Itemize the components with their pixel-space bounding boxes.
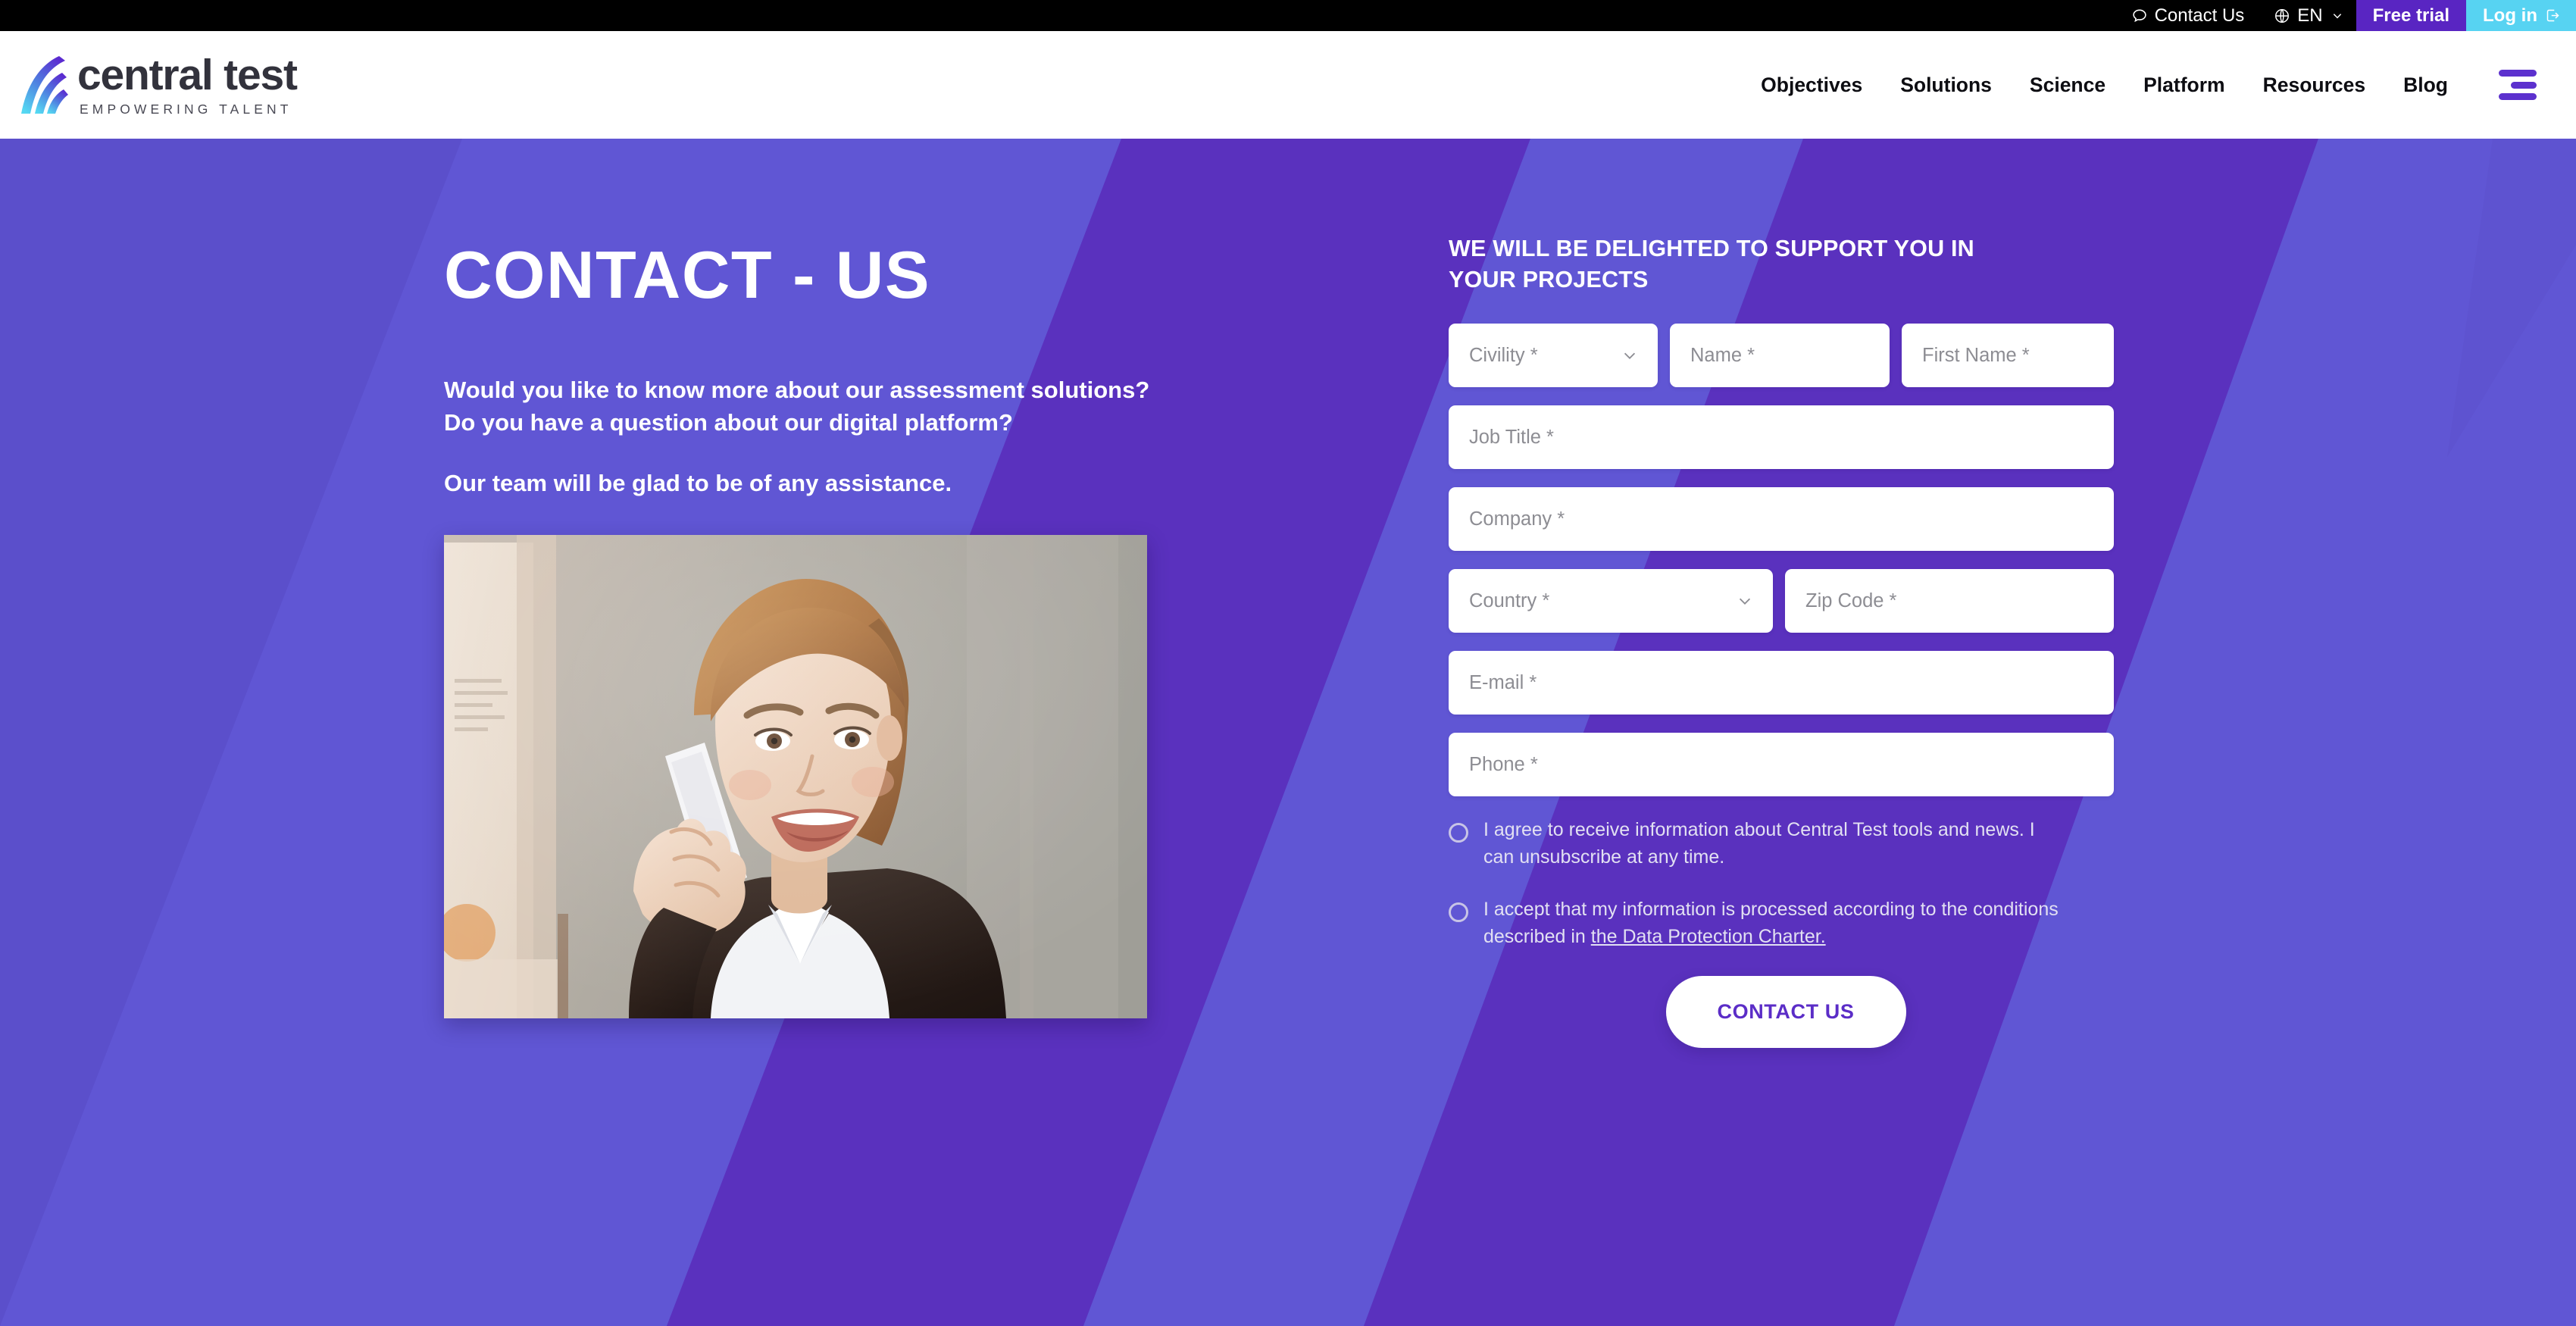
hamburger-bar-middle: [2511, 81, 2537, 89]
name-input[interactable]: Name *: [1670, 324, 1890, 388]
contact-form-column: WE WILL BE DELIGHTED TO SUPPORT YOU IN Y…: [1449, 139, 2131, 1049]
free-trial-label: Free trial: [2372, 5, 2450, 26]
nav-item-blog[interactable]: Blog: [2384, 73, 2467, 97]
logo-wordmark: central test EMPOWERING TALENT: [77, 50, 298, 117]
company-placeholder: Company *: [1469, 508, 1565, 530]
contact-us-submit-button[interactable]: CONTACT US: [1665, 976, 1906, 1049]
chevron-down-icon: [1624, 352, 1636, 360]
hero-subtitle-line-2: Do you have a question about our digital…: [444, 409, 1013, 436]
hamburger-menu-icon[interactable]: [2499, 70, 2537, 100]
top-utility-bar-items: Contact Us EN Free trial Log in: [2118, 0, 2576, 31]
language-selector[interactable]: EN: [2261, 0, 2356, 31]
consent-privacy-label: I accept that my information is processe…: [1483, 896, 2059, 950]
consent-marketing-radio[interactable]: [1449, 823, 1468, 843]
site-header: central test EMPOWERING TALENT Objective…: [0, 31, 2576, 139]
company-input[interactable]: Company *: [1449, 487, 2114, 552]
consent-marketing: I agree to receive information about Cen…: [1449, 817, 2131, 871]
civility-select[interactable]: Civility *: [1449, 324, 1658, 388]
civility-placeholder: Civility *: [1469, 344, 1538, 366]
form-row-job-title: Job Title *: [1449, 405, 2131, 470]
phone-input[interactable]: Phone *: [1449, 733, 2114, 797]
contact-us-link[interactable]: Contact Us: [2118, 0, 2262, 31]
chevron-down-icon: [1739, 598, 1751, 605]
contact-photo: [444, 535, 1147, 1019]
logo-tagline: EMPOWERING TALENT: [80, 101, 292, 117]
chat-bubble-icon: [2132, 9, 2146, 22]
chevron-down-icon: [2333, 13, 2341, 18]
hero-subtitle-line-1: Would you like to know more about our as…: [444, 377, 1150, 403]
data-protection-charter-link[interactable]: the Data Protection Charter.: [1591, 926, 1826, 947]
form-row-identity: Civility * Name * First Name *: [1449, 324, 2131, 388]
country-placeholder: Country *: [1469, 590, 1550, 611]
consent-privacy-radio[interactable]: [1449, 902, 1468, 923]
nav-item-resources[interactable]: Resources: [2244, 73, 2385, 97]
first-name-placeholder: First Name *: [1922, 344, 2030, 366]
consent-marketing-label: I agree to receive information about Cen…: [1483, 819, 2035, 868]
contact-form: Civility * Name * First Name * Job Title…: [1449, 324, 2131, 1049]
central-test-logo-icon: [21, 56, 68, 114]
log-in-label: Log in: [2483, 5, 2537, 26]
businesswoman-photo-illustration: [444, 535, 1147, 1019]
consent-section: I agree to receive information about Cen…: [1449, 817, 2131, 950]
first-name-input[interactable]: First Name *: [1902, 324, 2114, 388]
job-title-placeholder: Job Title *: [1469, 426, 1554, 448]
form-row-company: Company *: [1449, 487, 2131, 552]
phone-placeholder: Phone *: [1469, 753, 1538, 775]
email-placeholder: E-mail *: [1469, 671, 1537, 693]
contact-hero-section: CONTACT - US Would you like to know more…: [0, 139, 2576, 1326]
hero-content: CONTACT - US Would you like to know more…: [0, 139, 2576, 1326]
zip-code-placeholder: Zip Code *: [1805, 590, 1897, 611]
logo-name: central test: [77, 50, 298, 99]
top-utility-bar: Contact Us EN Free trial Log in: [0, 0, 2576, 31]
globe-icon: [2275, 8, 2290, 23]
page-title: CONTACT - US: [444, 237, 931, 312]
zip-code-input[interactable]: Zip Code *: [1785, 569, 2114, 633]
form-heading-line-1: WE WILL BE DELIGHTED TO SUPPORT YOU IN: [1449, 236, 1974, 261]
site-logo[interactable]: central test EMPOWERING TALENT: [20, 50, 298, 117]
sign-in-icon: [2546, 9, 2559, 22]
free-trial-button[interactable]: Free trial: [2356, 0, 2467, 31]
job-title-input[interactable]: Job Title *: [1449, 405, 2114, 470]
nav-item-science[interactable]: Science: [2011, 73, 2124, 97]
nav-item-objectives[interactable]: Objectives: [1742, 73, 1881, 97]
hamburger-bar-bottom: [2499, 93, 2537, 100]
form-row-email: E-mail *: [1449, 651, 2131, 715]
nav-item-solutions[interactable]: Solutions: [1881, 73, 2011, 97]
contact-us-label: Contact Us: [2154, 5, 2245, 26]
hamburger-bar-top: [2499, 70, 2537, 77]
form-heading-line-2: YOUR PROJECTS: [1449, 266, 1649, 292]
nav-item-platform[interactable]: Platform: [2124, 73, 2244, 97]
form-row-location: Country * Zip Code *: [1449, 569, 2131, 633]
language-label: EN: [2297, 5, 2323, 26]
log-in-button[interactable]: Log in: [2466, 0, 2576, 31]
main-navigation: Objectives Solutions Science Platform Re…: [1742, 70, 2537, 100]
hero-subtitle-block-1: Would you like to know more about our as…: [444, 374, 1277, 439]
name-placeholder: Name *: [1690, 344, 1755, 366]
form-heading: WE WILL BE DELIGHTED TO SUPPORT YOU IN Y…: [1449, 233, 2131, 295]
country-select[interactable]: Country *: [1449, 569, 1773, 633]
hero-left-column: CONTACT - US Would you like to know more…: [444, 139, 1277, 1019]
consent-privacy: I accept that my information is processe…: [1449, 896, 2131, 950]
hero-subtitle-line-3: Our team will be glad to be of any assis…: [444, 469, 952, 496]
submit-row: CONTACT US: [1449, 976, 2131, 1049]
form-row-phone: Phone *: [1449, 733, 2131, 797]
email-input[interactable]: E-mail *: [1449, 651, 2114, 715]
